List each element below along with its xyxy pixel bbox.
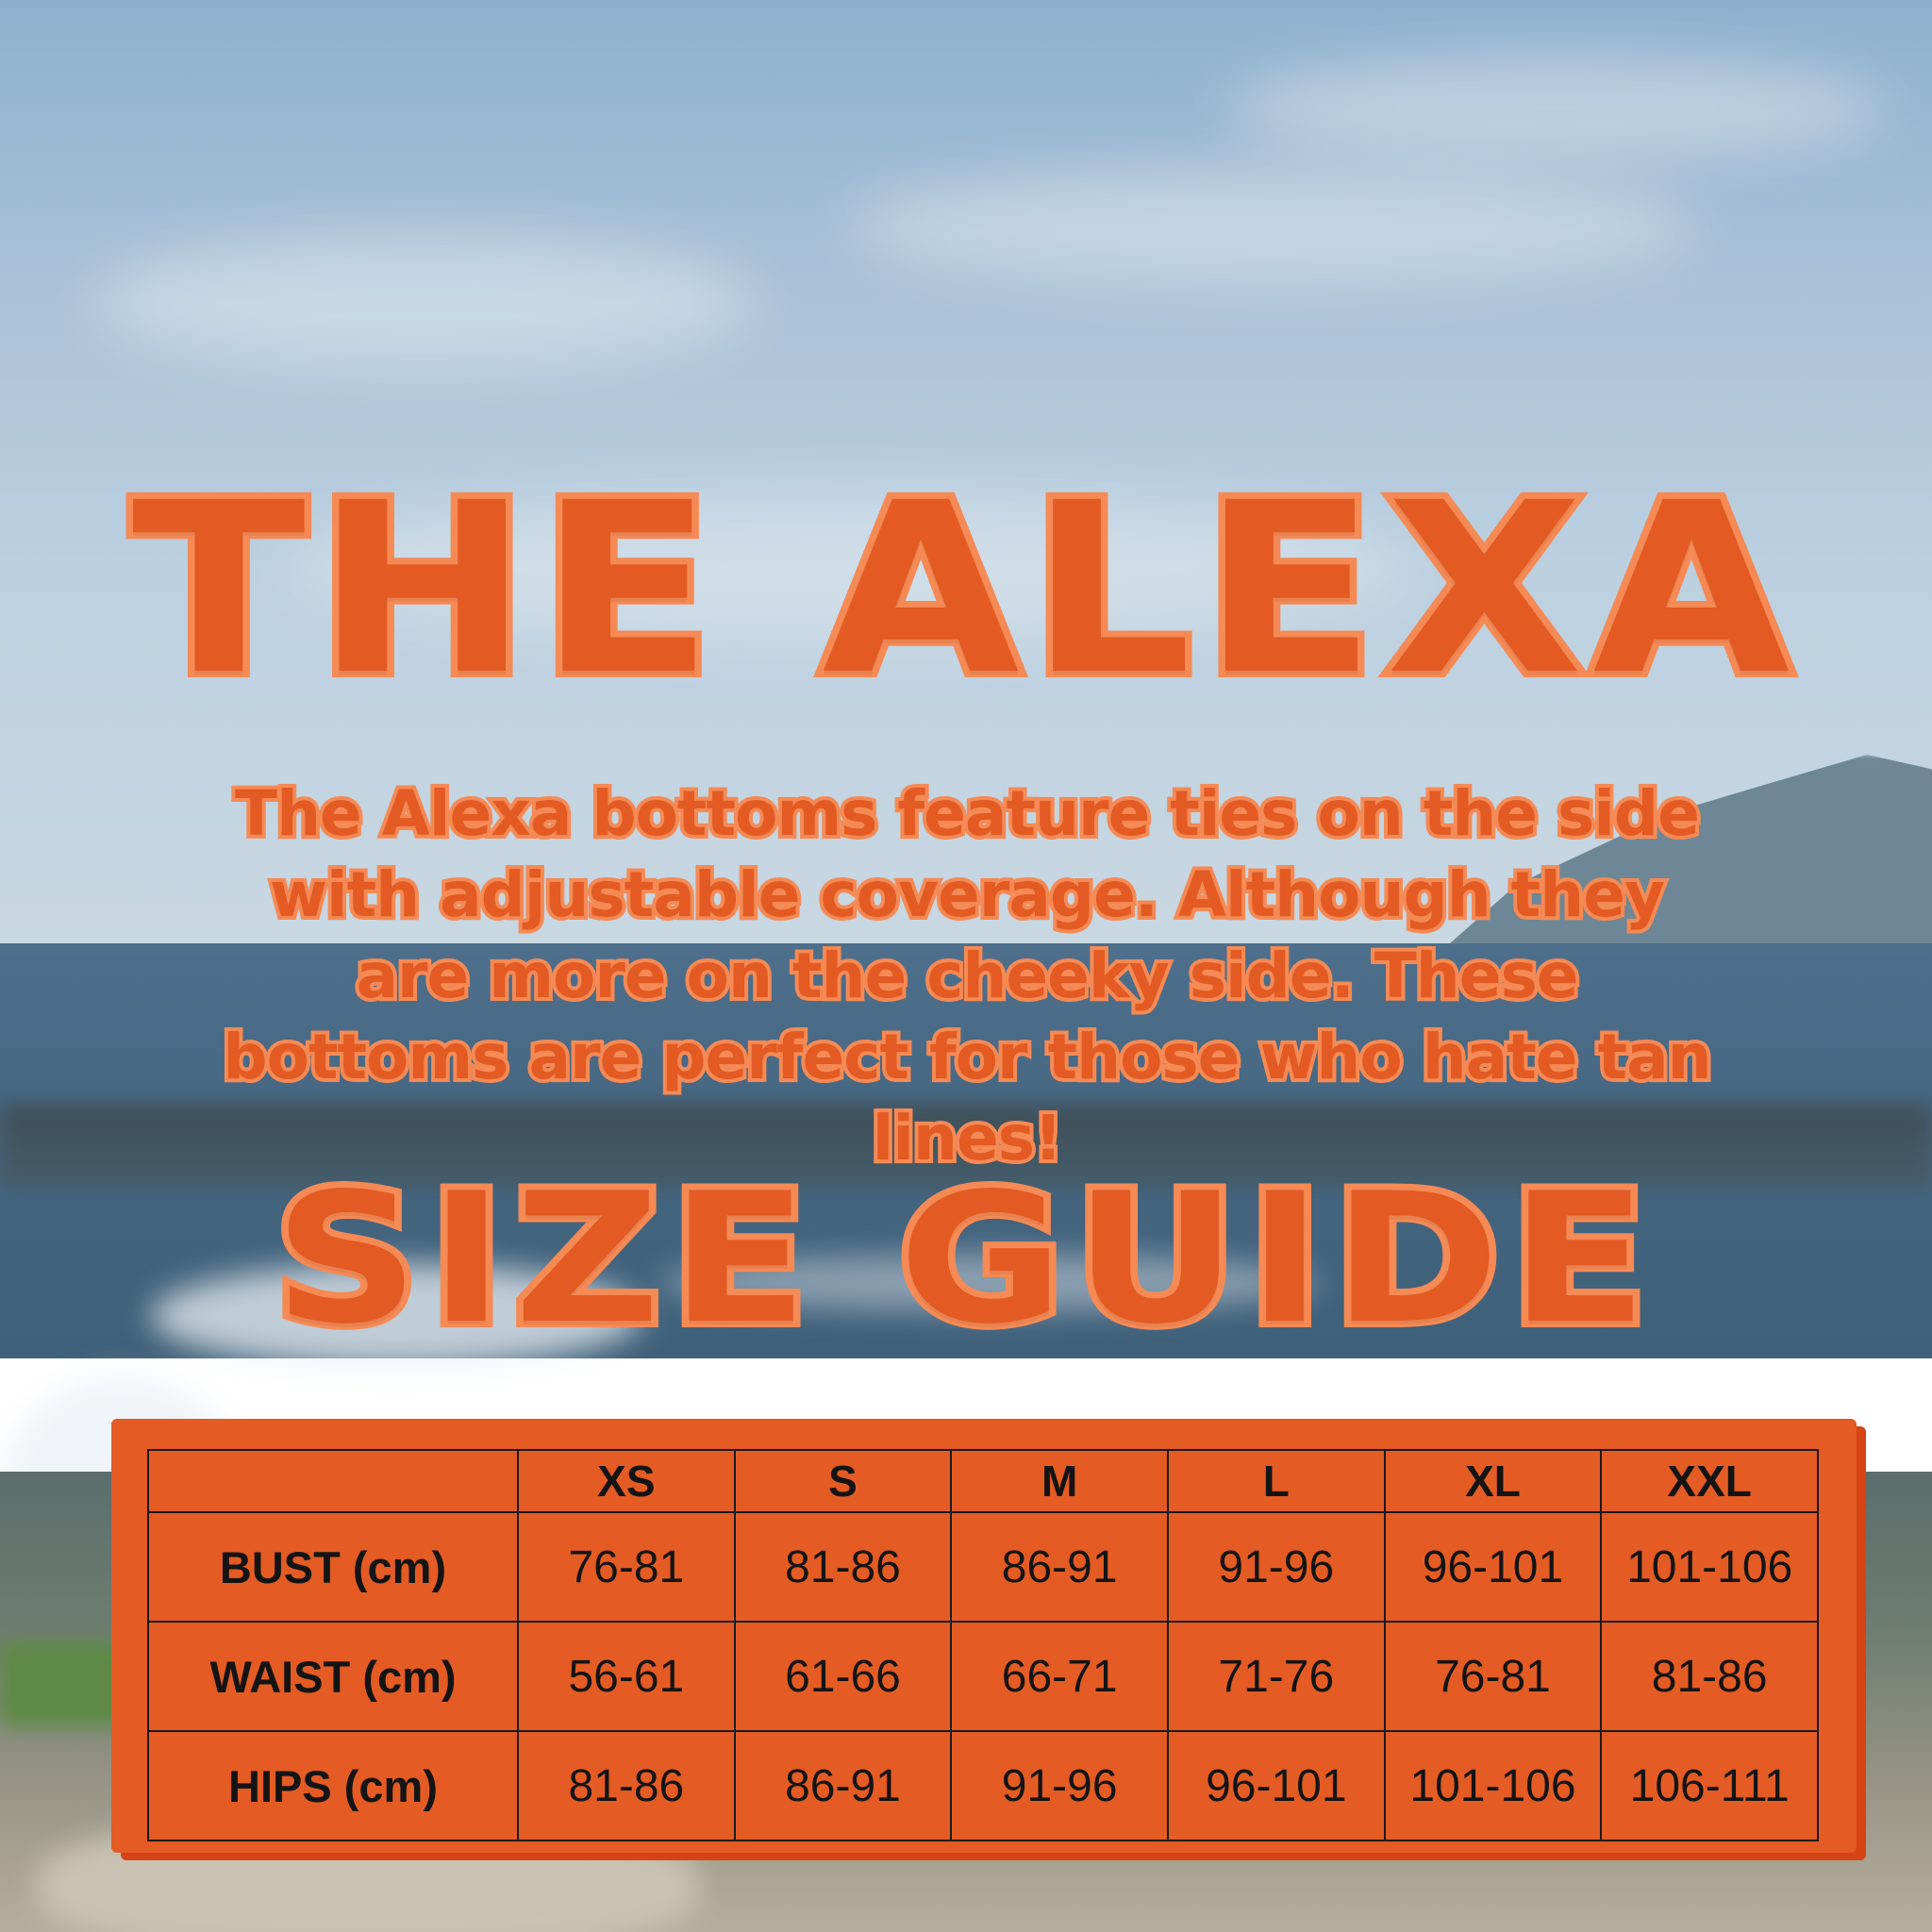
cloud — [1226, 57, 1887, 160]
header-cell-empty — [147, 1449, 519, 1513]
table-cell: 86-91 — [733, 1730, 953, 1841]
header-cell-l: L — [1166, 1449, 1386, 1513]
table-cell: 101-106 — [1383, 1730, 1603, 1841]
header-cell-xs: XS — [517, 1449, 736, 1513]
table-cell: 86-91 — [950, 1511, 1169, 1623]
table-row-bust: BUST (cm) 76-81 81-86 86-91 91-96 96-101… — [147, 1511, 1819, 1623]
table-cell: 81-86 — [517, 1730, 736, 1841]
header-cell-m: M — [950, 1449, 1169, 1513]
cloud — [94, 236, 755, 368]
table-row-waist: WAIST (cm) 56-61 61-66 66-71 71-76 76-81… — [147, 1621, 1819, 1732]
table-cell: 91-96 — [950, 1730, 1169, 1841]
table-cell: 76-81 — [1383, 1621, 1603, 1732]
product-description: The Alexa bottoms feature ties on the si… — [219, 774, 1715, 1178]
row-label: BUST (cm) — [147, 1511, 519, 1623]
row-label: HIPS (cm) — [147, 1730, 519, 1841]
table-cell: 91-96 — [1166, 1511, 1386, 1623]
header-cell-s: S — [733, 1449, 953, 1513]
size-guide-title: SIZE GUIDE — [267, 1148, 1658, 1370]
row-label: WAIST (cm) — [147, 1621, 519, 1732]
table-cell: 101-106 — [1600, 1511, 1819, 1623]
size-table: XS S M L XL XXL BUST (cm) 76-81 81-86 86… — [147, 1449, 1819, 1841]
table-header-row: XS S M L XL XXL — [147, 1449, 1819, 1513]
table-cell: 96-101 — [1166, 1730, 1386, 1841]
header-cell-xxl: XXL — [1600, 1449, 1819, 1513]
table-cell: 61-66 — [733, 1621, 953, 1732]
table-cell: 81-86 — [1600, 1621, 1819, 1732]
table-cell: 56-61 — [517, 1621, 736, 1732]
table-cell: 96-101 — [1383, 1511, 1603, 1623]
page-title: THE ALEXA — [125, 445, 1801, 733]
table-row-hips: HIPS (cm) 81-86 86-91 91-96 96-101 101-1… — [147, 1730, 1819, 1841]
cloud — [849, 170, 1698, 283]
header-cell-xl: XL — [1383, 1449, 1603, 1513]
table-cell: 76-81 — [517, 1511, 736, 1623]
table-cell: 81-86 — [733, 1511, 953, 1623]
table-cell: 106-111 — [1600, 1730, 1819, 1841]
table-cell: 71-76 — [1166, 1621, 1386, 1732]
table-cell: 66-71 — [950, 1621, 1169, 1732]
